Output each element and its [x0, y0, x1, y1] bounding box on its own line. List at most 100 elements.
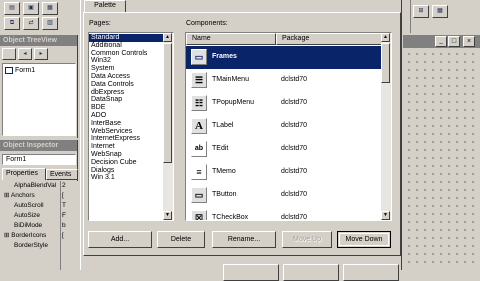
memo-icon: ≡ — [191, 164, 207, 180]
object-selector[interactable]: Form1 — [2, 154, 76, 165]
property-value[interactable]: b — [62, 221, 78, 230]
scroll-up-icon[interactable]: ▲ — [381, 33, 390, 42]
page-item[interactable]: BDE — [89, 104, 163, 112]
help-button-partial[interactable] — [343, 264, 399, 281]
toggle-icon[interactable]: ⇄ — [23, 17, 39, 30]
component-row[interactable]: ☒ TCheckBox dclstd70 — [186, 207, 382, 220]
page-item[interactable]: Dialogs — [89, 167, 163, 175]
form-icon — [5, 66, 13, 74]
tab-palette[interactable]: Palette — [84, 0, 126, 12]
property-name[interactable]: ⊞ Anchors — [4, 191, 59, 200]
page-item[interactable]: Win32 — [89, 57, 163, 65]
right-ruler — [403, 0, 411, 33]
tab-properties[interactable]: Properties — [2, 168, 46, 180]
page-item[interactable]: DataSnap — [89, 96, 163, 104]
view-unit-icon[interactable]: ▥ — [42, 17, 58, 30]
inspector-tabs: Properties Events — [2, 168, 78, 180]
property-value[interactable]: 2 — [62, 181, 78, 190]
scroll-down-icon[interactable]: ▼ — [381, 211, 390, 220]
form-design-surface[interactable] — [405, 50, 478, 268]
page-item[interactable]: System — [89, 65, 163, 73]
maximize-icon[interactable]: □ — [448, 36, 460, 47]
property-value[interactable]: [ — [62, 191, 78, 200]
pages-list: Standard Additional Common Controls Win3… — [88, 32, 174, 221]
minimize-icon[interactable]: _ — [435, 36, 447, 47]
inspector-title[interactable]: Object Inspector — [0, 140, 77, 151]
page-item[interactable]: Win 3.1 — [89, 174, 163, 182]
tree-item-form1[interactable]: Form1 — [5, 66, 35, 76]
component-row[interactable]: ▭ Frames — [186, 46, 382, 69]
page-item[interactable]: Decision Cube — [89, 159, 163, 167]
move-down-button[interactable]: Move Down — [337, 231, 391, 248]
component-row[interactable]: ≡ TMemo dclstd70 — [186, 161, 382, 184]
column-header-package[interactable]: Package — [276, 33, 382, 45]
page-item[interactable]: Data Controls — [89, 81, 163, 89]
component-row[interactable]: A TLabel dclstd70 — [186, 115, 382, 138]
component-row[interactable]: ab TEdit dclstd70 — [186, 138, 382, 161]
save-icon[interactable]: ▦ — [42, 2, 58, 15]
property-name[interactable]: BiDiMode — [4, 221, 59, 230]
component-name: Frames — [212, 53, 237, 60]
property-value[interactable]: F — [62, 211, 78, 220]
property-value[interactable]: [ — [62, 231, 78, 240]
new-icon[interactable]: ▤ — [4, 2, 20, 15]
align-icon[interactable]: ⊞ — [413, 5, 429, 18]
scroll-down-icon[interactable]: ▼ — [163, 211, 172, 220]
main-menu-icon: ☰ — [191, 72, 207, 88]
checkbox-icon: ☒ — [191, 210, 207, 220]
grid-divider[interactable] — [60, 181, 61, 270]
delete-button[interactable]: Delete — [157, 231, 205, 248]
ok-button-partial[interactable] — [223, 264, 279, 281]
component-row[interactable]: ☷ TPopupMenu dclstd70 — [186, 92, 382, 115]
tree-up-icon[interactable]: ◂ — [18, 48, 32, 60]
property-name[interactable]: BorderStyle — [4, 241, 59, 250]
component-row[interactable]: ☰ TMainMenu dclstd70 — [186, 69, 382, 92]
cancel-button-partial[interactable] — [283, 264, 339, 281]
pages-scrollbar[interactable]: ▲ ▼ — [163, 33, 173, 220]
page-item[interactable]: dbExpress — [89, 89, 163, 97]
property-name[interactable]: AutoSize — [4, 211, 59, 220]
component-package: dclstd70 — [281, 99, 308, 106]
component-rows: ▭ Frames ☰ TMainMenu dclstd70 ☷ TPopupMe… — [186, 46, 382, 220]
frames-icon: ▭ — [191, 49, 207, 65]
component-name: TMemo — [212, 168, 236, 175]
page-item[interactable]: Standard — [89, 34, 163, 42]
add-button[interactable]: Add... — [88, 231, 152, 248]
component-name: TButton — [212, 191, 237, 198]
page-item[interactable]: WebSnap — [89, 151, 163, 159]
move-up-button[interactable]: Move Up — [282, 231, 332, 248]
page-item[interactable]: InterBase — [89, 120, 163, 128]
treeview-list: Form1 — [2, 63, 76, 136]
page-item[interactable]: InternetExpress — [89, 135, 163, 143]
page-item[interactable]: Data Access — [89, 73, 163, 81]
palette-dialog: Palette Pages: Standard Additional Commo… — [80, 0, 402, 281]
column-header-name[interactable]: Name — [186, 33, 276, 45]
property-value[interactable] — [62, 241, 78, 250]
rename-button[interactable]: Rename... — [212, 231, 276, 248]
tab-events[interactable]: Events — [46, 169, 78, 180]
page-item[interactable]: Additional — [89, 42, 163, 50]
save-all-icon[interactable]: ⧉ — [4, 17, 20, 30]
pages-label: Pages: — [89, 20, 111, 27]
property-name[interactable]: AutoScroll — [4, 201, 59, 210]
size-icon[interactable]: ▦ — [432, 5, 448, 18]
page-item[interactable]: WebServices — [89, 128, 163, 136]
property-value[interactable]: T — [62, 201, 78, 210]
page-item[interactable]: Common Controls — [89, 50, 163, 58]
component-name: TEdit — [212, 145, 229, 152]
component-row[interactable]: ▭ TButton dclstd70 — [186, 184, 382, 207]
button-icon: ▭ — [191, 187, 207, 203]
scroll-up-icon[interactable]: ▲ — [163, 33, 172, 42]
close-icon[interactable]: × — [463, 36, 475, 47]
scroll-thumb[interactable] — [381, 43, 390, 83]
treeview-title[interactable]: Object TreeView — [0, 35, 77, 46]
property-name[interactable]: ⊞ BorderIcons — [4, 231, 59, 240]
scroll-thumb[interactable] — [163, 43, 172, 163]
components-scrollbar[interactable]: ▲ ▼ — [381, 33, 391, 220]
property-name[interactable]: AlphaBlendVal — [4, 181, 59, 190]
page-item[interactable]: ADO — [89, 112, 163, 120]
open-icon[interactable]: ▣ — [23, 2, 39, 15]
tree-delete-icon[interactable] — [2, 48, 16, 60]
page-item[interactable]: Internet — [89, 143, 163, 151]
tree-down-icon[interactable]: ▸ — [34, 48, 48, 60]
